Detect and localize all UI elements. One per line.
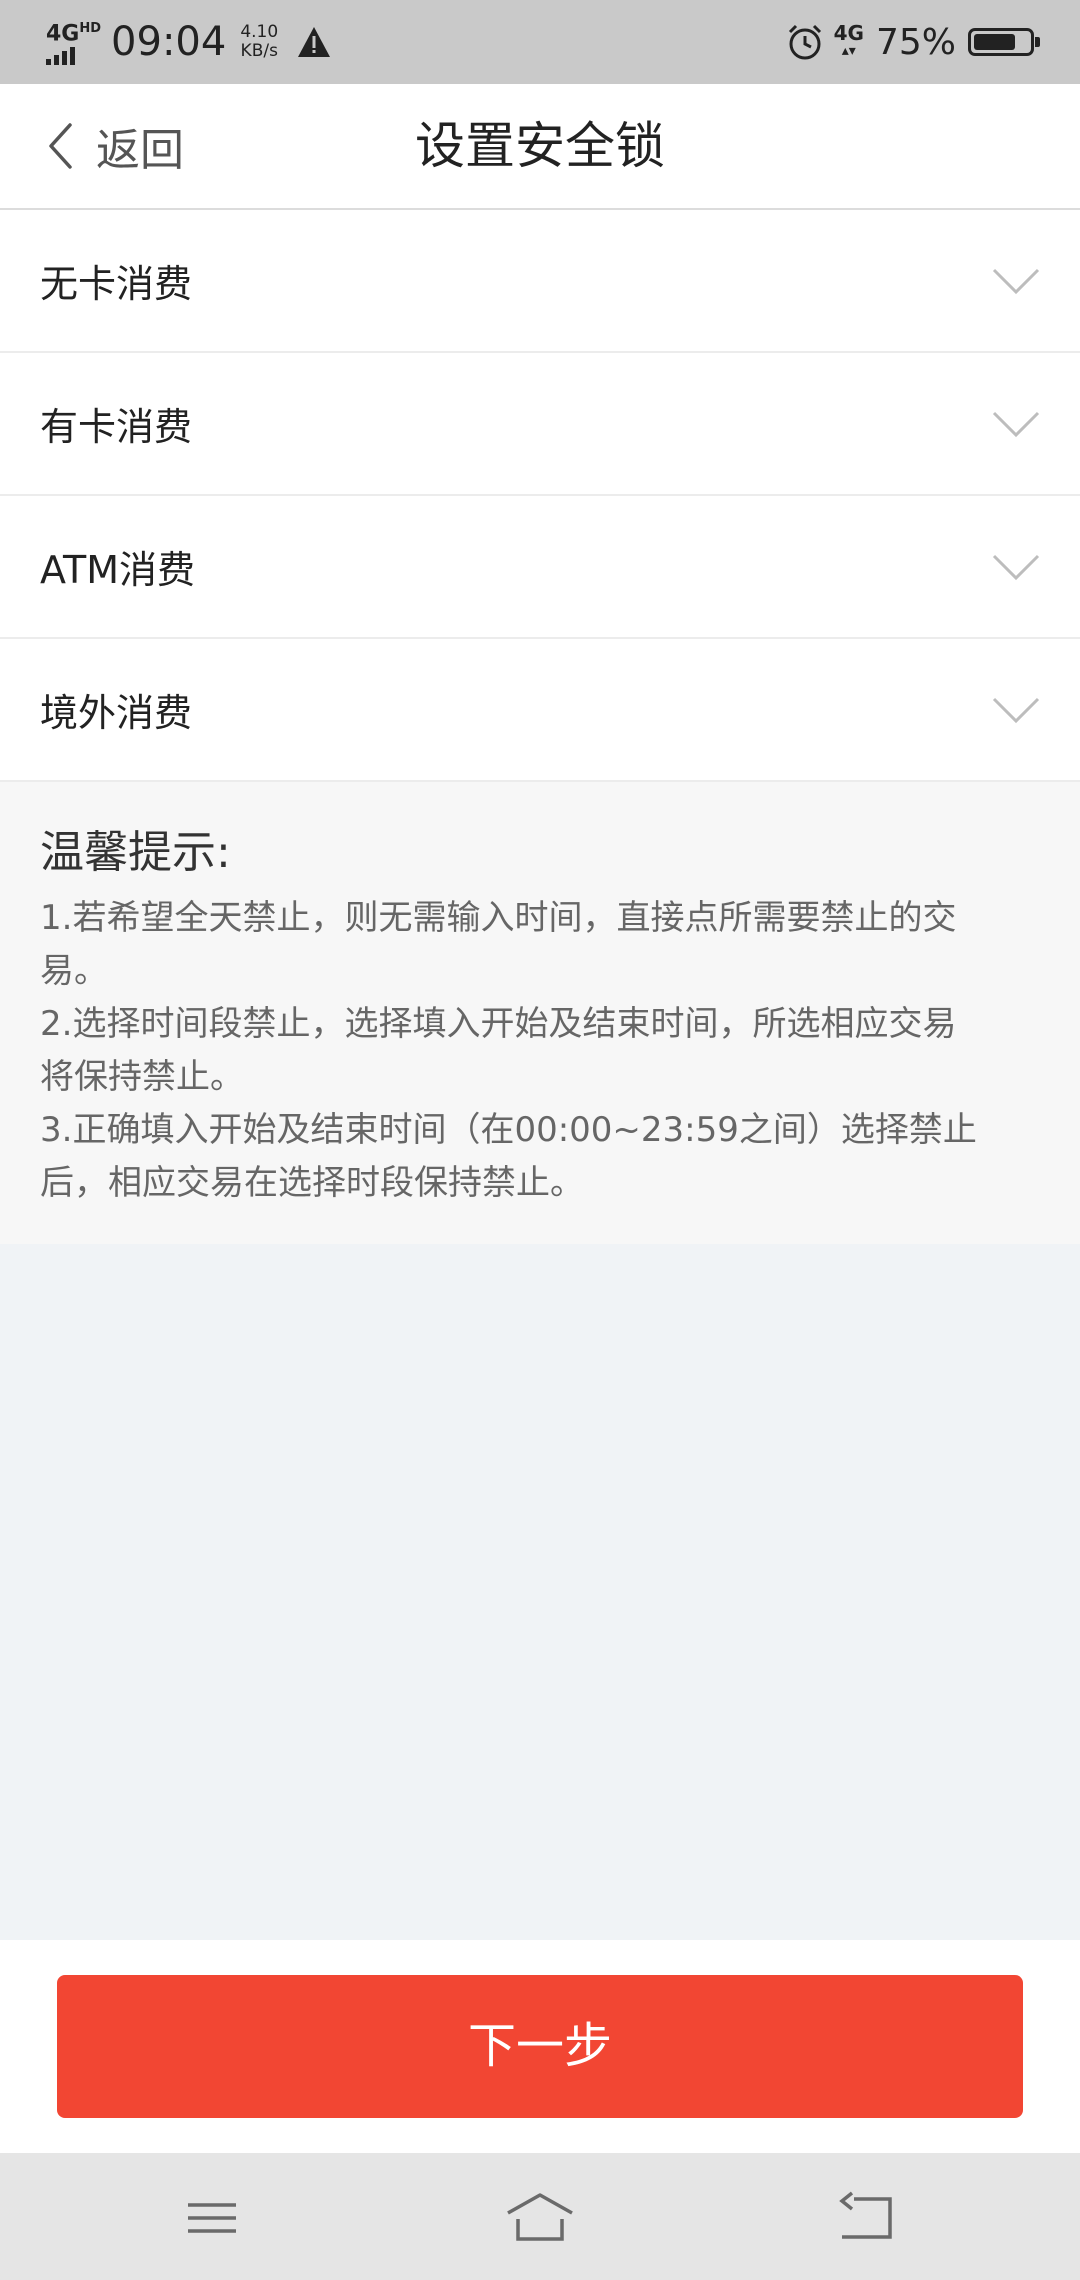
signal-icon: 4GHD: [46, 19, 102, 65]
home-icon[interactable]: [504, 2191, 576, 2245]
option-with-card[interactable]: 有卡消费: [0, 353, 1080, 496]
battery-percent: 75%: [875, 21, 956, 63]
option-no-card[interactable]: 无卡消费: [0, 210, 1080, 353]
chevron-down-icon: [992, 697, 1040, 723]
tips-line: 2.选择时间段禁止，选择填入开始及结束时间，所选相应交易: [40, 1004, 957, 1044]
battery-fill: [974, 34, 1015, 50]
chevron-down-icon: [992, 411, 1040, 437]
network-speed: 4.10 KB/s: [240, 23, 278, 61]
back-label: 返回: [96, 125, 184, 176]
chevron-down-icon: [992, 554, 1040, 580]
next-step-button[interactable]: 下一步: [57, 1975, 1023, 2118]
tips-line: 易。: [40, 951, 108, 991]
option-label: 有卡消费: [40, 405, 193, 449]
option-label: 境外消费: [40, 691, 193, 735]
option-overseas[interactable]: 境外消费: [0, 639, 1080, 782]
menu-icon[interactable]: [176, 2191, 248, 2245]
warning-icon: [298, 27, 331, 57]
option-label: ATM消费: [40, 548, 196, 592]
chevron-down-icon: [992, 268, 1040, 294]
system-nav-bar: [0, 2153, 1080, 2280]
network-right: 4G: [833, 21, 864, 45]
tips-line: 3.正确填入开始及结束时间（在00:00~23:59之间）选择禁止: [40, 1110, 977, 1150]
tips-line: 将保持禁止。: [40, 1057, 244, 1097]
speed-unit: KB/s: [240, 41, 278, 61]
battery-nub: [1035, 37, 1040, 47]
speed-value: 4.10: [240, 22, 279, 42]
return-icon[interactable]: [832, 2191, 904, 2245]
network-type: 4G: [46, 21, 80, 47]
tips-title: 温馨提示:: [40, 827, 231, 878]
status-left: 4GHD 09:04 4.10 KB/s: [46, 18, 332, 66]
bottom-action-area: 下一步: [0, 1940, 1080, 2153]
network-sup: HD: [79, 21, 102, 37]
tips-line: 后，相应交易在选择时段保持禁止。: [40, 1163, 584, 1203]
mobile-data-icon: 4G ▴▾: [833, 21, 864, 59]
alarm-icon: [788, 24, 821, 60]
tips-line: 1.若希望全天禁止，则无需输入时间，直接点所需要禁止的交: [40, 898, 957, 938]
option-atm[interactable]: ATM消费: [0, 496, 1080, 639]
chevron-left-icon: [49, 123, 72, 169]
tips-panel: 温馨提示: 1.若希望全天禁止，则无需输入时间，直接点所需要禁止的交 易。 2.…: [0, 782, 1080, 1244]
option-label: 无卡消费: [40, 262, 193, 306]
back-button[interactable]: 返回: [46, 84, 184, 208]
status-right: 4G ▴▾ 75%: [786, 18, 1040, 66]
status-bar: 4GHD 09:04 4.10 KB/s 4G ▴▾ 75%: [0, 0, 1080, 84]
option-list: 无卡消费 有卡消费 ATM消费 境外消费: [0, 210, 1080, 782]
nav-bar: 设置安全锁 返回: [0, 84, 1080, 210]
battery-icon: [968, 28, 1040, 56]
clock: 09:04: [111, 19, 227, 65]
